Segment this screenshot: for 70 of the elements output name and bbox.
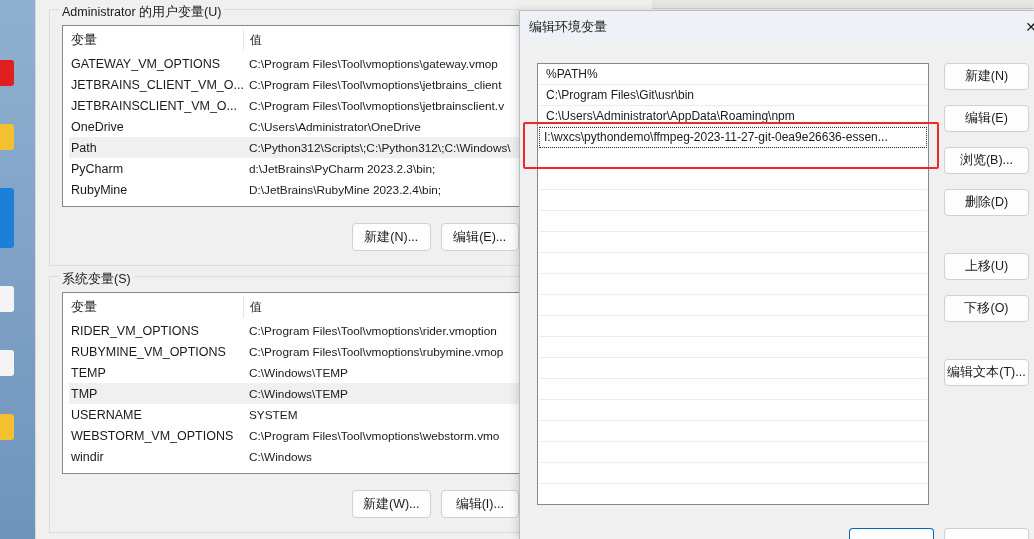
dialog-button[interactable]: 新建(N)...: [352, 223, 431, 251]
table-cell-text: JETBRAINSCLIENT_VM_O...: [70, 98, 238, 113]
column-header[interactable]: 值: [244, 29, 519, 51]
table-cell-text: Path: [70, 140, 98, 155]
table-cell-text: C:\Program Files\Tool\vmoptions\jetbrains_client: [248, 77, 503, 92]
table-row[interactable]: windir C:\Windows: [69, 446, 519, 467]
list-item[interactable]: C:\Users\Administrator\AppData\Roaming\npm: [539, 106, 927, 127]
table-row[interactable]: Path C:\Python312\Scripts\;C:\Python312\;C:\Windows\: [69, 137, 519, 158]
window-title: 编辑环境变量: [529, 18, 607, 36]
table-cell-text: C:\Users\Administrator\OneDrive: [248, 119, 422, 134]
group-title: Administrator 的用户变量(U): [59, 4, 225, 21]
table-row[interactable]: TEMP C:\Windows\TEMP: [69, 362, 519, 383]
group-title: 系统变量(S): [59, 271, 134, 288]
dialog-button[interactable]: 浏览(B)...: [944, 147, 1029, 174]
table-cell-text: d:\JetBrains\PyCharm 2023.2.3\bin;: [248, 161, 437, 176]
table-row[interactable]: USERNAME SYSTEM: [69, 404, 519, 425]
table-cell-text: C:\Windows: [248, 449, 313, 464]
document-icon[interactable]: [0, 286, 14, 312]
list-item[interactable]: I:\wxcs\pythondemo\ffmpeg-2023-11-27-git-0ea9e26636-essen...: [539, 127, 927, 148]
table-cell-text: RUBYMINE_VM_OPTIONS: [70, 344, 227, 359]
desktop-icon[interactable]: [0, 60, 14, 86]
desktop-icon[interactable]: [0, 414, 14, 440]
table-row[interactable]: RubyMine D:\JetBrains\RubyMine 2023.2.4\bin;: [69, 179, 519, 200]
dialog-button[interactable]: 编辑(E): [944, 105, 1029, 132]
table-row[interactable]: OneDrive C:\Users\Administrator\OneDrive: [69, 116, 519, 137]
table-row[interactable]: WEBSTORM_VM_OPTIONS C:\Program Files\Tool\vmoptions\webstorm.vmo: [69, 425, 519, 446]
dialog-button[interactable]: 新建(W)...: [352, 490, 431, 518]
table-cell-text: RIDER_VM_OPTIONS: [70, 323, 200, 338]
table-cell-text: JETBRAINS_CLIENT_VM_O...: [70, 77, 243, 92]
list-item[interactable]: C:\Program Files\Git\usr\bin: [539, 85, 927, 106]
table-cell-text: C:\Python312\Scripts\;C:\Python312\;C:\Windows\: [248, 140, 512, 155]
list-item[interactable]: %PATH%: [539, 64, 927, 85]
dialog-button[interactable]: 上移(U): [944, 253, 1029, 280]
table-cell-text: PyCharm: [70, 161, 125, 176]
table-cell-text: C:\Program Files\Tool\vmoptions\rubymine.vmop: [248, 344, 505, 359]
dialog-button[interactable]: 下移(O): [944, 295, 1029, 322]
table-cell-text: C:\Program Files\Tool\vmoptions\rider.vmoption: [248, 323, 498, 338]
table-row[interactable]: GATEWAY_VM_OPTIONS C:\Program Files\Tool\vmoptions\gateway.vmop: [69, 53, 519, 74]
table-cell-text: OneDrive: [70, 119, 125, 134]
table-cell-text: D:\JetBrains\RubyMine 2023.2.4\bin;: [248, 182, 443, 197]
dialog-button[interactable]: 编辑文本(T)...: [944, 359, 1029, 386]
table-row[interactable]: TMP C:\Windows\TEMP: [69, 383, 519, 404]
desktop-icon[interactable]: [0, 124, 14, 150]
table-cell-text: GATEWAY_VM_OPTIONS: [70, 56, 222, 71]
column-header[interactable]: 变量: [69, 296, 244, 318]
table-cell-text: C:\Program Files\Tool\vmoptions\webstorm.vmo: [248, 428, 501, 443]
table-cell-text: RubyMine: [70, 182, 129, 197]
table-cell-text: USERNAME: [70, 407, 143, 422]
table-row[interactable]: JETBRAINSCLIENT_VM_O... C:\Program Files\Tool\vmoptions\jetbrainsclient.v: [69, 95, 519, 116]
document-icon[interactable]: [0, 350, 14, 376]
table-cell-text: C:\Windows\TEMP: [248, 365, 349, 380]
table-cell-text: SYSTEM: [248, 407, 299, 422]
table-row[interactable]: RIDER_VM_OPTIONS C:\Program Files\Tool\vmoptions\rider.vmoption: [69, 320, 519, 341]
dialog-button[interactable]: 编辑(I)...: [440, 490, 519, 518]
column-header[interactable]: 变量: [69, 29, 244, 51]
table-row[interactable]: JETBRAINS_CLIENT_VM_O... C:\Program Files\Tool\vmoptions\jetbrains_client: [69, 74, 519, 95]
dialog-button[interactable]: 新建(N): [944, 63, 1029, 90]
table-row[interactable]: PyCharm d:\JetBrains\PyCharm 2023.2.3\bin;: [69, 158, 519, 179]
table-cell-text: WEBSTORM_VM_OPTIONS: [70, 428, 235, 443]
desktop-icon[interactable]: [0, 188, 14, 248]
dialog-button[interactable]: 删除(D): [944, 189, 1029, 216]
dialog-button[interactable]: 编辑(E)...: [440, 223, 519, 251]
table-row[interactable]: RUBYMINE_VM_OPTIONS C:\Program Files\Tool\vmoptions\rubymine.vmop: [69, 341, 519, 362]
column-header[interactable]: 值: [244, 296, 519, 318]
table-cell-text: TEMP: [70, 365, 107, 380]
table-cell-text: C:\Program Files\Tool\vmoptions\jetbrainsclient.v: [248, 98, 506, 113]
table-cell-text: C:\Windows\TEMP: [248, 386, 349, 401]
table-cell-text: windir: [70, 449, 105, 464]
table-cell-text: C:\Program Files\Tool\vmoptions\gateway.vmop: [248, 56, 499, 71]
table-cell-text: TMP: [70, 386, 99, 401]
